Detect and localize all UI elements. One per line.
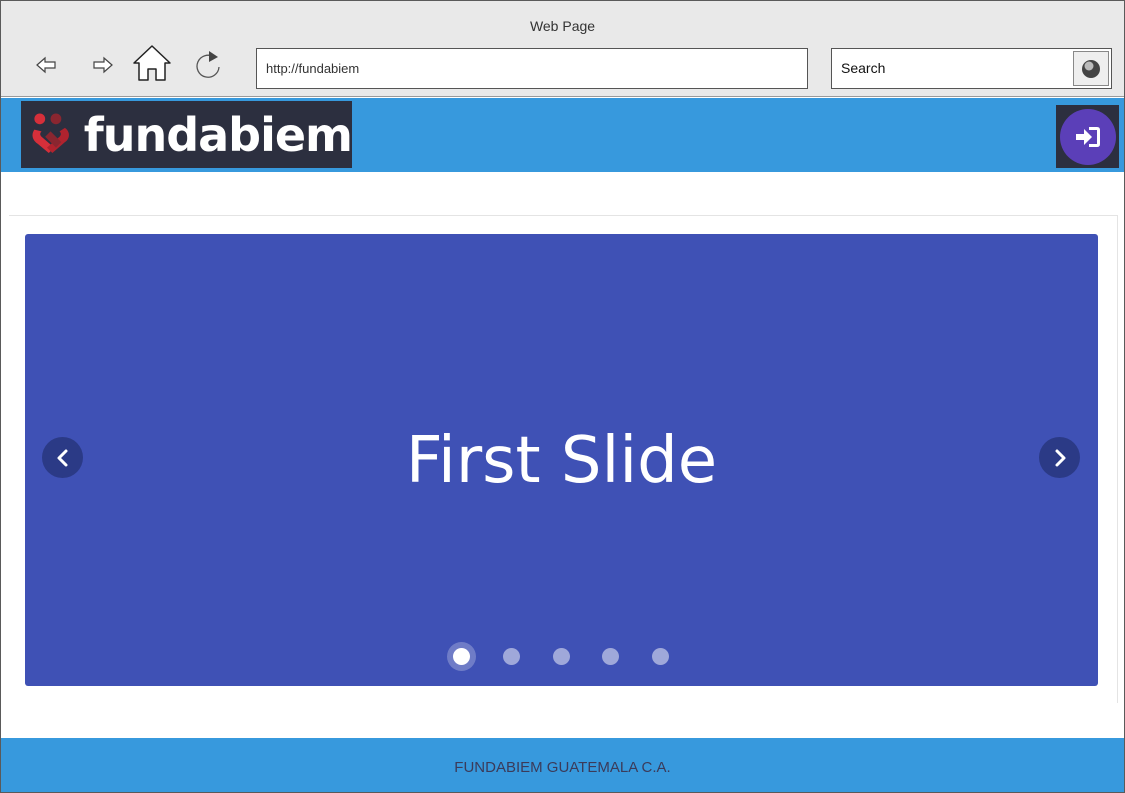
carousel-indicator-1[interactable] (453, 648, 470, 665)
window-title: Web Page (529, 18, 596, 34)
carousel-prev-button[interactable] (42, 437, 83, 478)
home-button[interactable] (132, 43, 172, 83)
carousel-indicators (25, 639, 1098, 671)
logo[interactable]: fundabiem (21, 101, 353, 168)
login-button-frame (1056, 105, 1119, 168)
site-footer: FUNDABIEM GUATEMALA C.A. (1, 738, 1124, 792)
carousel-indicator-5[interactable] (652, 648, 669, 665)
carousel-indicator-3[interactable] (553, 648, 570, 665)
slide-title: First Slide (405, 424, 718, 498)
back-arrow-icon (36, 56, 56, 74)
chevron-left-icon (57, 449, 67, 466)
home-icon (133, 45, 171, 81)
logo-text: fundabiem (83, 107, 353, 162)
reload-icon (196, 51, 220, 78)
search-button[interactable] (1073, 51, 1109, 86)
site-header: fundabiem (1, 98, 1124, 172)
footer-text: FUNDABIEM GUATEMALA C.A. (454, 759, 671, 776)
browser-window: Web Page http://fundabiem Search fundabi… (0, 0, 1125, 793)
carousel-indicator-2[interactable] (503, 648, 520, 665)
search-icon (1082, 59, 1100, 78)
chevron-right-icon (1055, 449, 1065, 466)
search-input[interactable]: Search (831, 48, 1112, 89)
reload-button[interactable] (191, 45, 225, 85)
sign-in-icon (1075, 126, 1100, 147)
browser-toolbar: Web Page http://fundabiem Search (1, 1, 1124, 97)
carousel-next-button[interactable] (1039, 437, 1080, 478)
forward-button[interactable] (86, 45, 120, 85)
carousel-indicator-4[interactable] (602, 648, 619, 665)
login-button[interactable] (1059, 108, 1116, 165)
image-carousel: First Slide (25, 234, 1098, 686)
url-input[interactable]: http://fundabiem (256, 48, 808, 89)
search-placeholder: Search (841, 60, 886, 76)
forward-arrow-icon (93, 56, 113, 74)
linked-hearts-icon (32, 112, 69, 153)
back-button[interactable] (29, 45, 63, 85)
